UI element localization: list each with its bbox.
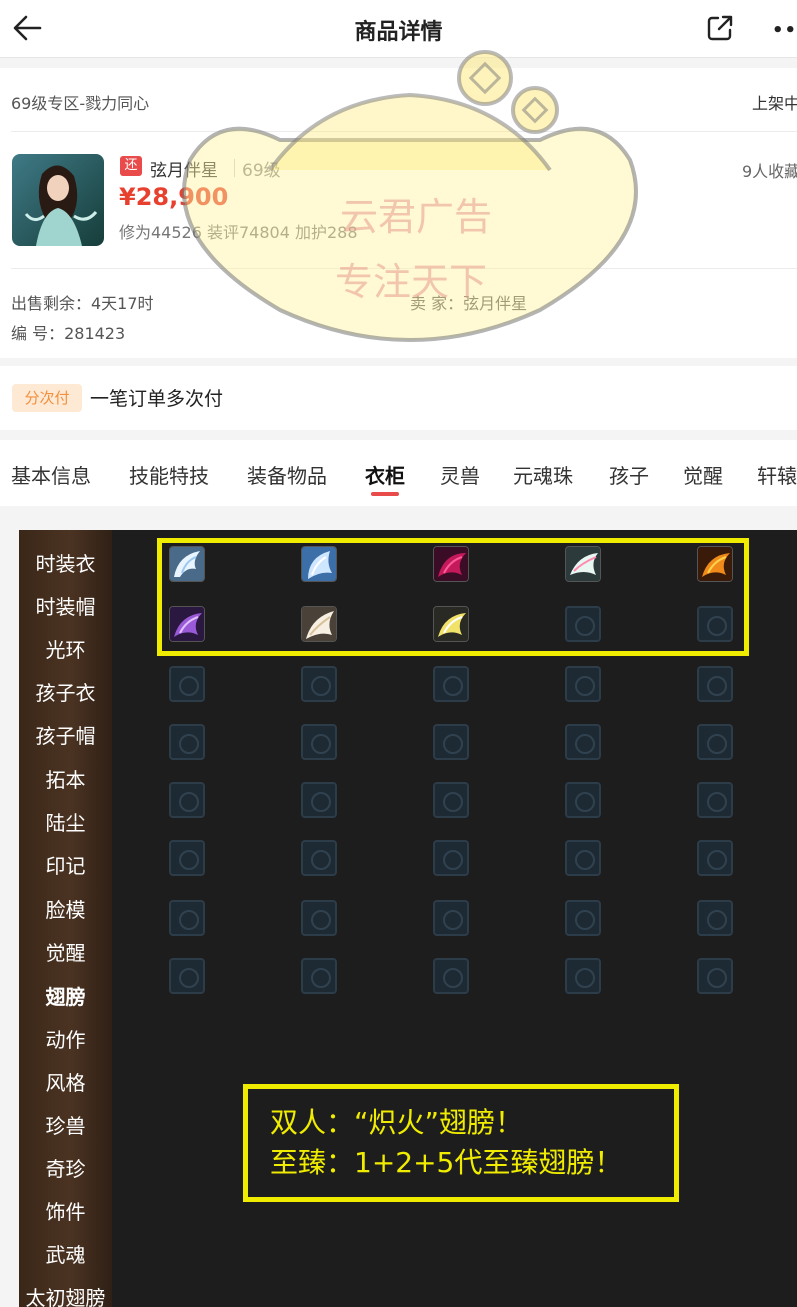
empty-slot [565,840,601,876]
divider [11,131,797,132]
wardrobe-category-list: 时装衣 时装帽 光环 孩子衣 孩子帽 拓本 陆尘 印记 脸模 觉醒 翅膀 动作 … [19,530,112,1307]
empty-slot [565,782,601,818]
owned-wings-highlight [157,538,749,656]
tab-xuanyuan[interactable]: 轩辕 [757,460,797,489]
tab-children[interactable]: 孩子 [609,460,649,489]
tab-skills[interactable]: 技能特技 [129,460,209,489]
category-item[interactable]: 拓本 [19,764,112,793]
status-label: 上架中 [752,94,797,113]
category-item[interactable]: 印记 [19,850,112,879]
tab-wardrobe[interactable]: 衣柜 [365,460,405,489]
tab-equipment[interactable]: 装备物品 [247,460,327,489]
detail-tabs: 基本信息 技能特技 装备物品 衣柜 灵兽 元魂珠 孩子 觉醒 轩辕 [0,440,797,506]
item-number: 编 号：281423 [11,324,126,343]
empty-slot [697,666,733,702]
empty-slot [433,666,469,702]
annotation-box: 双人：“炽火”翅膀！ 至臻：1+2+5代至臻翅膀！ [243,1084,679,1202]
tab-basic-info[interactable]: 基本信息 [11,460,91,489]
sale-remaining: 出售剩余：4天17时 [11,294,154,313]
category-item[interactable]: 珍兽 [19,1110,112,1139]
share-icon [707,15,733,41]
category-item[interactable]: 时装衣 [19,548,112,577]
more-button[interactable]: •• [772,20,797,41]
empty-slot [301,724,337,760]
category-item[interactable]: 孩子衣 [19,677,112,706]
price: ¥28,900 [119,183,229,211]
zone-label: 69级专区-戮力同心 [11,94,150,113]
wardrobe-panel: 时装衣 时装帽 光环 孩子衣 孩子帽 拓本 陆尘 印记 脸模 觉醒 翅膀 动作 … [19,530,797,1307]
empty-slot [697,900,733,936]
empty-slot [301,900,337,936]
top-bar: 商品详情 •• [0,0,797,58]
empty-slot [301,782,337,818]
category-item[interactable]: 太初翅膀 [19,1282,112,1307]
tab-soul-beads[interactable]: 元魂珠 [513,460,573,489]
empty-slot [169,782,205,818]
empty-slot [565,724,601,760]
category-item[interactable]: 风格 [19,1067,112,1096]
empty-slot [301,666,337,702]
empty-slot [697,782,733,818]
divider [11,268,797,269]
empty-slot [697,840,733,876]
empty-slot [301,840,337,876]
empty-slot [433,958,469,994]
empty-slot [169,724,205,760]
character-level: 69级 [242,161,281,181]
category-item[interactable]: 孩子帽 [19,720,112,749]
empty-slot [169,900,205,936]
return-badge: 还 [120,156,142,176]
category-item[interactable]: 陆尘 [19,807,112,836]
empty-slot [433,724,469,760]
empty-slot [565,666,601,702]
empty-slot [169,840,205,876]
share-button[interactable] [704,12,736,44]
tab-pets[interactable]: 灵兽 [440,460,480,489]
category-item[interactable]: 饰件 [19,1196,112,1225]
divider [234,159,235,177]
installment-payment-row[interactable]: 分次付 一笔订单多次付 [0,366,797,430]
empty-slot [169,666,205,702]
empty-slot [565,900,601,936]
empty-slot [433,900,469,936]
annotation-line: 双人：“炽火”翅膀！ [270,1106,524,1139]
page-title: 商品详情 [354,20,443,45]
listing-card: 69级专区-戮力同心 上架中 还 弦月伴星 69级 ¥28,900 修为4452… [0,68,797,358]
category-item[interactable]: 脸模 [19,894,112,923]
empty-slot [697,724,733,760]
category-item-active[interactable]: 翅膀 [19,981,112,1010]
category-item[interactable]: 光环 [19,634,112,663]
category-item[interactable]: 时装帽 [19,591,112,620]
annotation-line: 至臻：1+2+5代至臻翅膀！ [270,1146,623,1179]
installment-text: 一笔订单多次付 [90,388,224,410]
category-item[interactable]: 奇珍 [19,1153,112,1182]
category-item[interactable]: 觉醒 [19,937,112,966]
empty-slot [697,958,733,994]
empty-slot [169,958,205,994]
favorite-count[interactable]: 9人收藏 [742,158,797,182]
active-tab-indicator [371,492,399,496]
tab-awakening[interactable]: 觉醒 [683,460,723,489]
character-avatar[interactable] [12,154,104,246]
character-stats: 修为44526 装评74804 加护288 [119,223,358,242]
category-item[interactable]: 武魂 [19,1239,112,1268]
empty-slot [565,958,601,994]
empty-slot [433,782,469,818]
installment-tag: 分次付 [12,384,82,412]
server-name: 弦月伴星 [150,161,218,181]
empty-slot [433,840,469,876]
seller-name: 卖 家：弦月伴星 [410,294,528,313]
empty-slot [301,958,337,994]
category-item[interactable]: 动作 [19,1024,112,1053]
